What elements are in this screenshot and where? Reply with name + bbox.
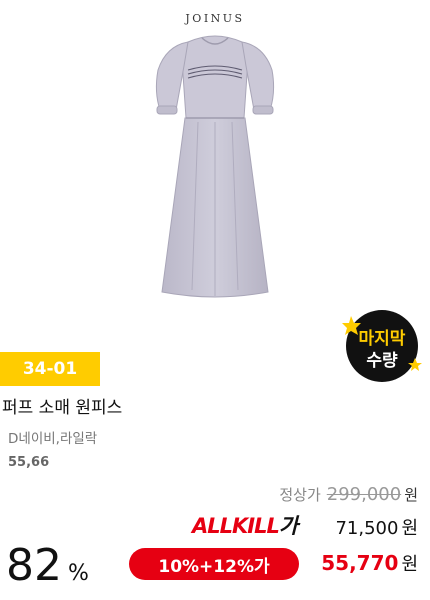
product-name[interactable]: 퍼프 소매 원피스 bbox=[2, 393, 122, 418]
discount-rate-value: 82 bbox=[6, 540, 62, 591]
last-stock-line1: 마지막 bbox=[359, 329, 406, 349]
product-image[interactable] bbox=[140, 30, 290, 305]
allkill-logo: ALLKILL가 bbox=[192, 510, 298, 540]
percent-sign: % bbox=[68, 561, 89, 586]
product-sizes: 55,66 bbox=[8, 455, 50, 470]
allkill-logo-suffix: 가 bbox=[278, 514, 298, 538]
last-stock-badge: 마지막 수량 bbox=[342, 310, 422, 382]
original-price: 299,000 bbox=[326, 484, 402, 505]
allkill-price: 71,500 bbox=[335, 518, 399, 539]
original-price-row: 정상가 299,000 원 bbox=[279, 484, 418, 505]
currency-label: 원 bbox=[404, 486, 418, 504]
product-code-badge: 34-01 bbox=[0, 352, 100, 386]
allkill-logo-text: ALLKILL bbox=[192, 514, 280, 538]
final-price-row: 55,770 원 bbox=[321, 550, 418, 576]
product-colors: D네이비,라일락 bbox=[8, 431, 98, 447]
last-stock-line2: 수량 bbox=[366, 351, 398, 371]
final-price: 55,770 bbox=[321, 551, 399, 575]
discount-rate: 82% bbox=[6, 540, 89, 591]
allkill-price-row: 71,500 원 bbox=[335, 514, 418, 540]
brand-logo: JOINUS bbox=[185, 12, 245, 25]
currency-label: 원 bbox=[401, 518, 418, 539]
coupon-badge: 10%+12%가 bbox=[129, 548, 299, 580]
currency-label: 원 bbox=[401, 554, 418, 575]
original-price-label: 정상가 bbox=[279, 486, 321, 504]
